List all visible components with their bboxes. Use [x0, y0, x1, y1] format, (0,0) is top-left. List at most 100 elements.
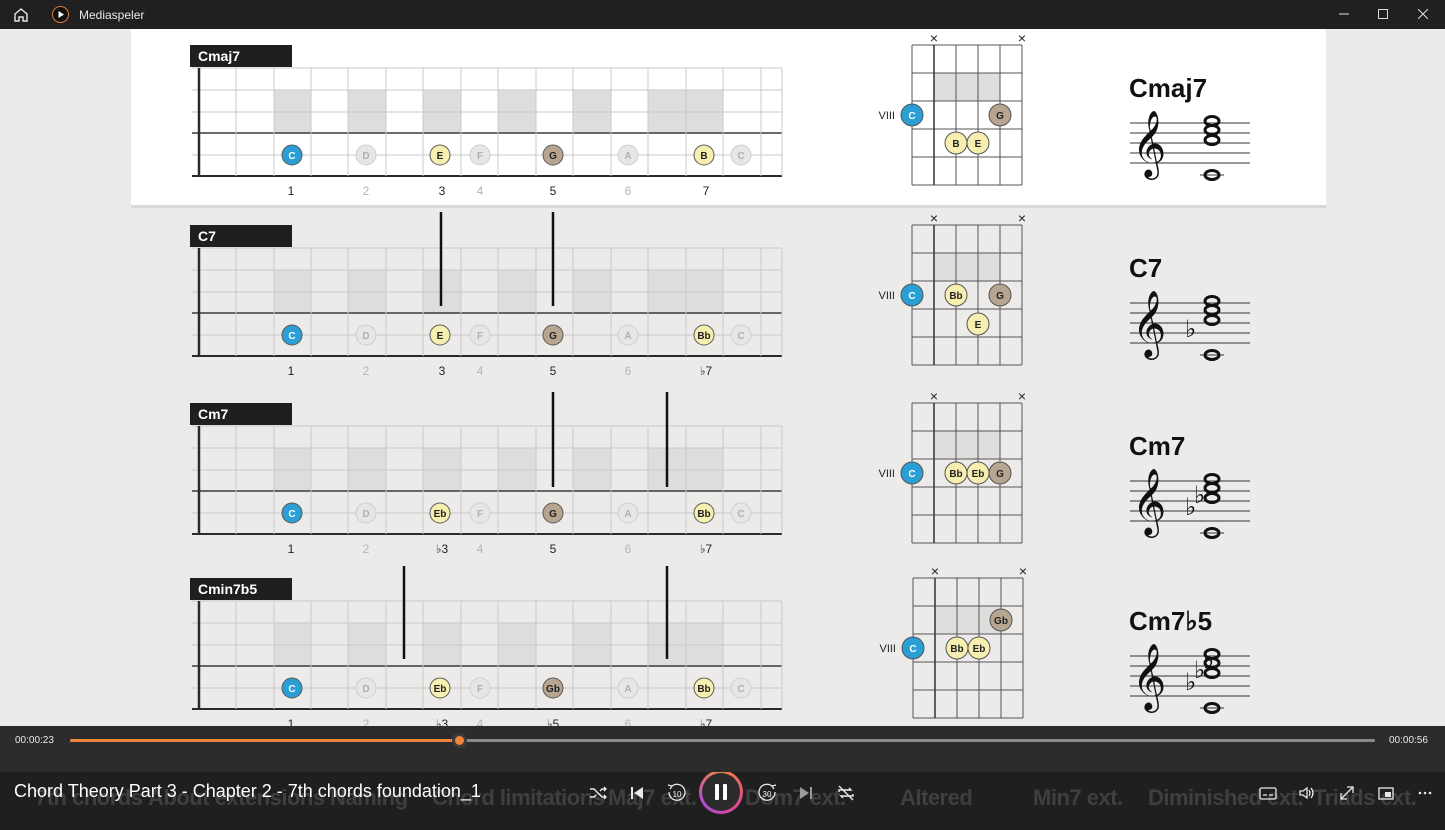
degree-label: ♭7 — [700, 364, 713, 378]
treble-clef-icon: 𝄞 — [1132, 289, 1166, 360]
flat-sign-icon: ♭ — [1194, 481, 1205, 509]
mute-mark: × — [1018, 210, 1026, 226]
more-options-icon[interactable] — [1412, 780, 1438, 806]
shuffle-icon[interactable] — [585, 780, 611, 806]
voicing-note: E — [975, 320, 982, 331]
note-label: D — [362, 509, 369, 520]
degree-label: 2 — [363, 717, 370, 726]
degree-label: 3 — [439, 364, 446, 378]
close-window-button[interactable] — [1404, 0, 1442, 29]
skip-forward-seconds: 30 — [763, 790, 772, 799]
mute-mark: × — [1018, 388, 1026, 404]
skip-back-button[interactable]: 10 — [663, 780, 689, 806]
degree-label: ♭7 — [700, 542, 713, 556]
pause-button[interactable] — [699, 772, 743, 814]
degree-label: 2 — [363, 184, 370, 198]
video-frame[interactable]: Cmaj7 C D E F G A B C 1 2 3 4 5 6 7 × × VIII C B E G Cmaj7 𝄞 C7 C D… — [0, 29, 1445, 726]
degree-label: 1 — [288, 184, 295, 198]
note-label: A — [624, 684, 631, 695]
previous-icon[interactable] — [624, 780, 650, 806]
degree-label: 6 — [625, 184, 632, 198]
position-marker: VIII — [879, 643, 896, 655]
degree-label: 6 — [625, 364, 632, 378]
maximize-button[interactable] — [1364, 0, 1402, 29]
voicing-note: E — [975, 139, 982, 150]
note-label: D — [362, 331, 369, 342]
skip-forward-button[interactable]: 30 — [755, 780, 781, 806]
note-label: G — [549, 509, 557, 520]
title-bar: Mediaspeler — [0, 0, 1445, 29]
treble-clef-icon: 𝄞 — [1132, 109, 1166, 180]
note-label: D — [362, 151, 369, 162]
chord-name: Cmin7b5 — [198, 581, 257, 597]
note-label: F — [477, 509, 483, 520]
note-label: Eb — [434, 509, 447, 520]
minimize-button[interactable] — [1325, 0, 1363, 29]
treble-clef-icon: 𝄞 — [1132, 467, 1166, 538]
home-icon[interactable] — [12, 6, 30, 24]
degree-label: ♭5 — [547, 717, 560, 726]
note-label: A — [624, 331, 631, 342]
staff-chord-title: Cmaj7 — [1129, 73, 1207, 103]
fullscreen-icon[interactable] — [1334, 780, 1360, 806]
mute-mark: × — [1018, 30, 1026, 46]
position-marker: VIII — [878, 110, 895, 122]
note-label: Bb — [697, 509, 710, 520]
note-label: Bb — [697, 684, 710, 695]
next-icon[interactable] — [793, 780, 819, 806]
note-label: C — [737, 331, 744, 342]
chord-name: Cm7 — [198, 406, 229, 422]
degree-label: 4 — [477, 364, 484, 378]
note-label: Eb — [434, 684, 447, 695]
whole-note-icon — [1203, 482, 1221, 494]
diagram-shade — [934, 253, 1000, 281]
note-label: C — [288, 509, 295, 520]
degree-label: 6 — [625, 542, 632, 556]
voicing-note: C — [909, 644, 916, 655]
chord-row-cm7: Cm7C D Eb F G A Bb C1 2 ♭3 4 5 6 ♭7× ×VIII C Bb Eb GCm7𝄞 ♭♭ — [190, 388, 1250, 556]
degree-label: 6 — [625, 717, 632, 726]
note-label: G — [549, 151, 557, 162]
degree-label: 4 — [477, 542, 484, 556]
mute-mark: × — [931, 563, 939, 579]
skip-back-icon: 10 — [667, 783, 686, 801]
treble-clef-icon: 𝄞 — [1132, 642, 1166, 713]
staff-chord-title: Cm7♭5 — [1129, 606, 1212, 636]
voicing-note: Gb — [994, 616, 1008, 627]
voicing-note: G — [996, 291, 1004, 302]
flat-sign-icon: ♭ — [1185, 315, 1196, 343]
note-label: C — [288, 331, 295, 342]
degree-label: 5 — [550, 364, 557, 378]
position-marker: VIII — [878, 290, 895, 302]
note-label: Bb — [697, 331, 710, 342]
voicing-note: Bb — [950, 644, 963, 655]
degree-label: ♭3 — [436, 717, 449, 726]
note-label: C — [288, 684, 295, 695]
seek-thumb[interactable] — [451, 733, 467, 748]
voicing-note: Bb — [949, 469, 962, 480]
pause-icon — [715, 784, 727, 800]
diagram-shade — [934, 431, 1000, 459]
note-label: C — [288, 151, 295, 162]
volume-icon[interactable] — [1294, 780, 1320, 806]
mini-player-icon[interactable] — [1373, 780, 1399, 806]
voicing-note: B — [952, 139, 959, 150]
note-label: F — [477, 331, 483, 342]
degree-label: 3 — [439, 184, 446, 198]
whole-note-icon — [1203, 304, 1221, 316]
voicing-note: Eb — [972, 469, 985, 480]
degree-label: 1 — [288, 364, 295, 378]
seek-track[interactable] — [70, 733, 1375, 748]
skip-forward-icon: 30 — [758, 783, 777, 801]
seek-bar-area: 00:00:23 00:00:56 — [0, 726, 1445, 772]
background-tab-label: Triads ext. — [1313, 785, 1417, 810]
voicing-note: C — [908, 111, 915, 122]
note-label: C — [737, 684, 744, 695]
chord-name: Cmaj7 — [198, 48, 240, 64]
elapsed-time: 00:00:23 — [15, 735, 54, 746]
note-label: A — [624, 509, 631, 520]
subtitles-icon[interactable] — [1255, 780, 1281, 806]
degree-label: 4 — [477, 184, 484, 198]
repeat-off-icon[interactable] — [833, 780, 859, 806]
voicing-note: G — [996, 469, 1004, 480]
